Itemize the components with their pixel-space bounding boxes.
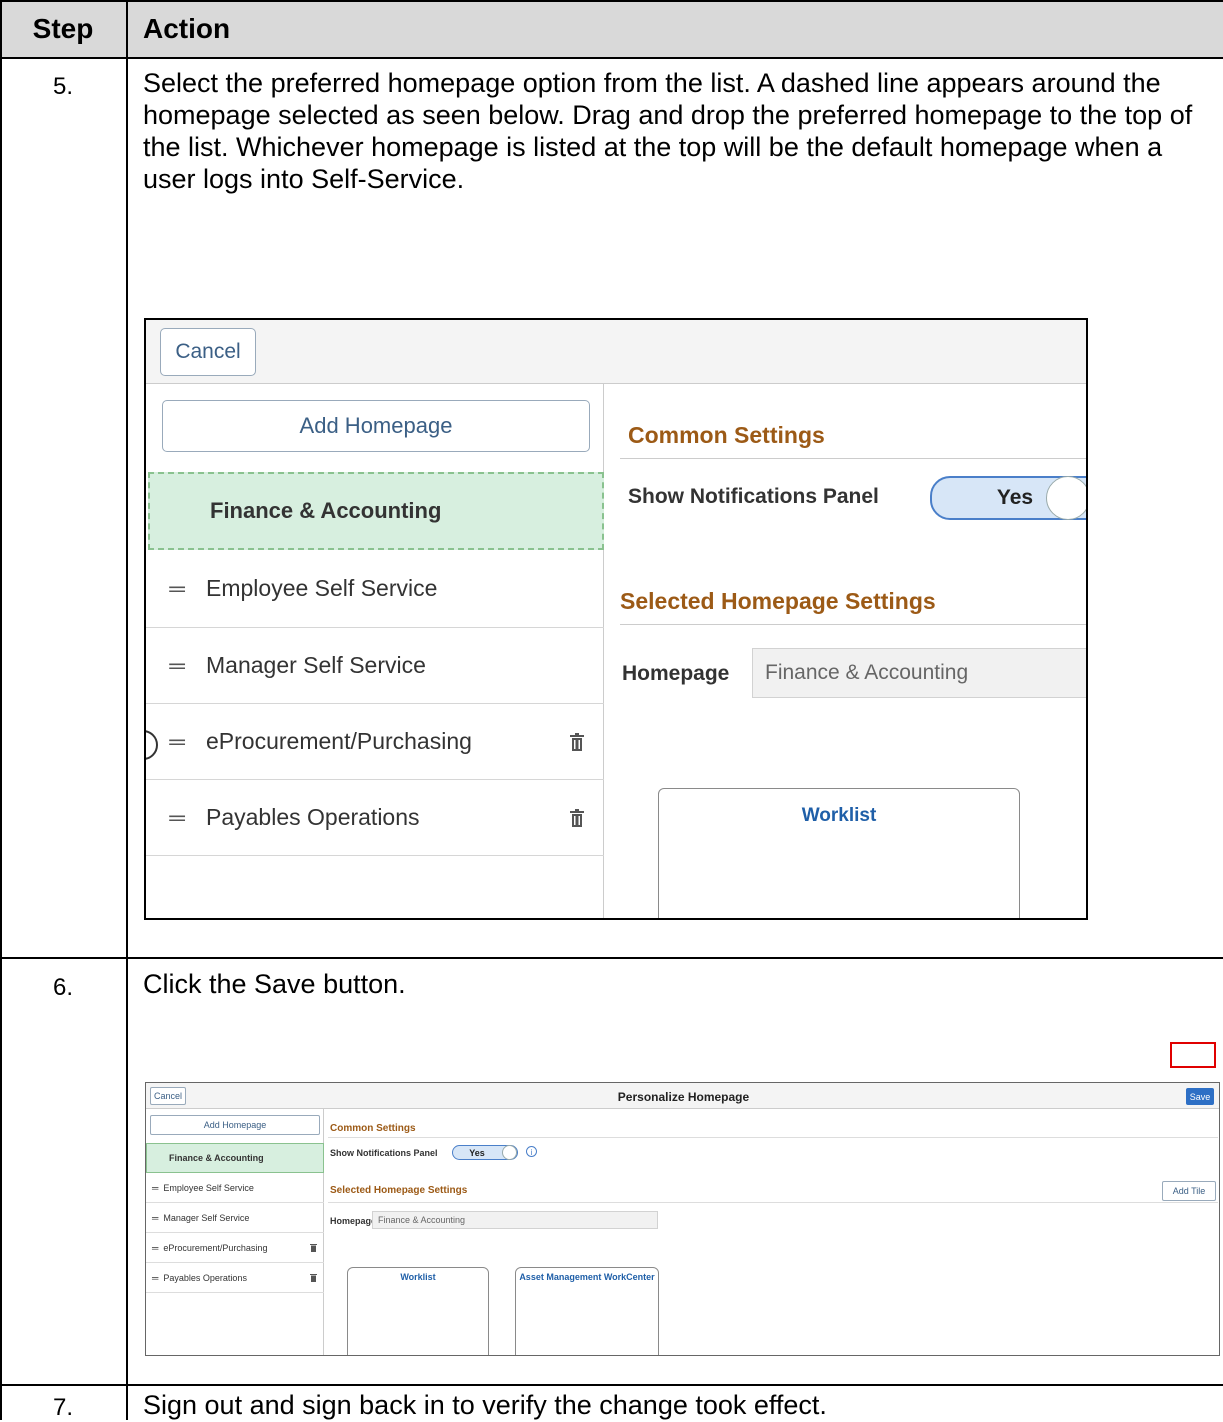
show-notifications-label: Show Notifications Panel: [330, 1148, 438, 1158]
homepage-item[interactable]: ═ Manager Self Service: [146, 1203, 324, 1233]
homepage-item[interactable]: ═ eProcurement/Purchasing: [146, 704, 604, 780]
tile-title: Worklist: [400, 1272, 436, 1282]
tile-title: Asset Management WorkCenter: [519, 1272, 655, 1282]
drag-handle-icon[interactable]: ═: [158, 653, 196, 679]
personalize-homepage-screenshot-small: Cancel Personalize Homepage Save Add Hom…: [145, 1082, 1220, 1356]
drag-handle-icon[interactable]: ═: [152, 1273, 158, 1283]
homepage-item-selected[interactable]: Finance & Accounting: [146, 1143, 324, 1173]
drag-handle-icon[interactable]: ═: [158, 805, 196, 831]
trash-icon[interactable]: [570, 733, 584, 751]
drag-handle-icon[interactable]: ═: [152, 1243, 158, 1253]
homepage-item[interactable]: ═ Employee Self Service: [146, 1173, 324, 1203]
step-number-5: 5.: [52, 73, 73, 100]
show-notifications-label: Show Notifications Panel: [628, 485, 879, 508]
table-border-top: [0, 0, 1223, 2]
drag-handle-icon[interactable]: ═: [152, 1213, 158, 1223]
homepage-item-label: Payables Operations: [163, 1272, 247, 1283]
table-border-header: [0, 57, 1223, 59]
step-number-6: 6.: [52, 974, 73, 1001]
selected-homepage-settings-heading: Selected Homepage Settings: [620, 588, 936, 614]
step-7-text: Sign out and sign back in to verify the …: [143, 1390, 827, 1420]
homepage-item-label: Manager Self Service: [206, 652, 426, 678]
table-border-middle: [126, 0, 128, 1420]
table-border-left: [0, 0, 2, 1420]
selected-homepage-settings-heading: Selected Homepage Settings: [330, 1185, 468, 1196]
worklist-tile[interactable]: Worklist: [347, 1267, 489, 1355]
add-homepage-button[interactable]: Add Homepage: [162, 400, 590, 452]
toggle-value: Yes: [469, 1147, 485, 1158]
trash-icon[interactable]: [310, 1273, 317, 1282]
page-title: Personalize Homepage: [617, 1090, 750, 1104]
homepage-item-label: Payables Operations: [206, 804, 420, 830]
save-button[interactable]: Save: [1186, 1088, 1214, 1105]
homepage-field[interactable]: Finance & Accounting: [752, 648, 1086, 698]
homepage-item-label: Employee Self Service: [163, 1182, 254, 1193]
drag-handle-icon[interactable]: ═: [158, 729, 196, 755]
drag-handle-icon[interactable]: ═: [152, 1183, 158, 1193]
divider: [328, 1202, 1218, 1203]
homepage-item-label: Finance & Accounting: [210, 498, 442, 523]
homepage-item-label: Manager Self Service: [163, 1212, 250, 1223]
step-column-header: Step: [32, 13, 94, 44]
homepage-item-selected[interactable]: Finance & Accounting: [148, 472, 604, 550]
drag-handle-icon[interactable]: ═: [158, 576, 196, 602]
homepage-item-label: Employee Self Service: [206, 575, 438, 601]
trash-icon[interactable]: [310, 1243, 317, 1252]
step-5-text: Select the preferred homepage option fro…: [143, 68, 1193, 194]
divider: [328, 1137, 1218, 1138]
table-border-row6: [0, 1384, 1223, 1386]
homepage-field-label: Homepage: [330, 1216, 377, 1226]
common-settings-heading: Common Settings: [628, 422, 825, 448]
homepage-field-value: Finance & Accounting: [378, 1215, 466, 1225]
homepage-item-label: Finance & Accounting: [169, 1153, 264, 1163]
save-highlight-box: [1170, 1042, 1216, 1068]
top-bar: [146, 320, 1086, 384]
info-icon[interactable]: i: [526, 1146, 537, 1157]
step-6-text: Click the Save button.: [143, 969, 406, 999]
homepage-item[interactable]: ═ eProcurement/Purchasing: [146, 1233, 324, 1263]
toggle-knob[interactable]: [502, 1145, 517, 1160]
action-column-header: Action: [143, 13, 231, 44]
cancel-button[interactable]: Cancel: [160, 328, 256, 376]
homepage-field-label: Homepage: [622, 662, 730, 685]
tile-title: Worklist: [801, 805, 877, 826]
homepage-item-label: eProcurement/Purchasing: [206, 728, 472, 754]
homepage-item[interactable]: ═ Payables Operations: [146, 1263, 324, 1293]
divider: [620, 624, 1086, 625]
homepage-field[interactable]: Finance & Accounting: [372, 1211, 658, 1229]
homepage-item[interactable]: ═ Employee Self Service: [146, 550, 604, 628]
personalize-homepage-screenshot-large: Cancel Add Homepage Finance & Accounting…: [144, 318, 1088, 920]
common-settings-heading: Common Settings: [330, 1123, 416, 1134]
toggle-knob[interactable]: [1046, 476, 1086, 520]
homepage-item[interactable]: ═ Manager Self Service: [146, 628, 604, 704]
homepage-field-value: Finance & Accounting: [765, 661, 969, 684]
homepage-item[interactable]: ═ Payables Operations: [146, 780, 604, 856]
trash-icon[interactable]: [570, 809, 584, 827]
divider: [620, 458, 1086, 459]
add-tile-button[interactable]: Add Tile: [1162, 1181, 1216, 1201]
asset-management-tile[interactable]: Asset Management WorkCenter: [515, 1267, 659, 1355]
step-number-7: 7.: [52, 1394, 73, 1421]
toggle-value: Yes: [996, 486, 1034, 509]
homepage-item-label: eProcurement/Purchasing: [163, 1242, 268, 1253]
worklist-tile[interactable]: Worklist: [658, 788, 1020, 918]
add-homepage-button[interactable]: Add Homepage: [150, 1115, 320, 1135]
table-border-row5: [0, 957, 1223, 959]
